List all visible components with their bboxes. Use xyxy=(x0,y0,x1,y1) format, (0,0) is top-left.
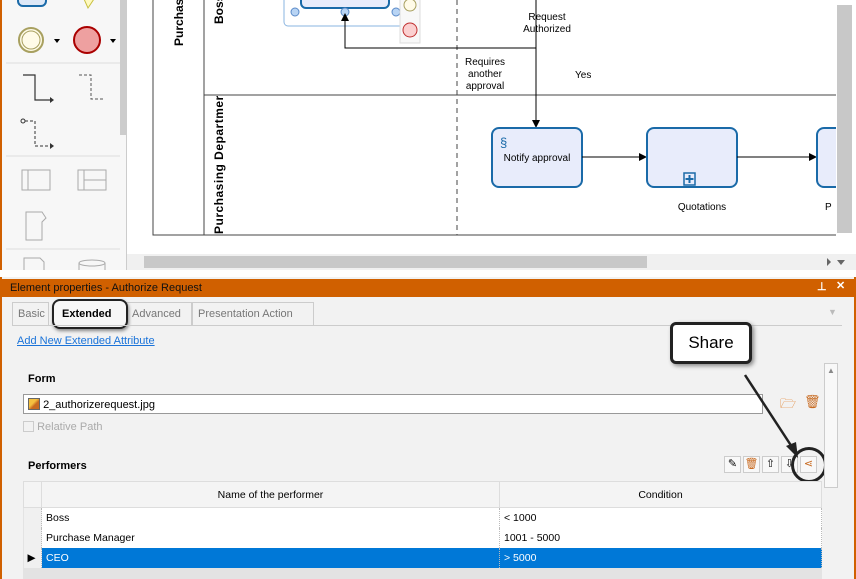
association-icon[interactable] xyxy=(20,118,26,124)
row-header[interactable] xyxy=(23,527,42,548)
flow-label: Request xyxy=(528,12,565,23)
task-shape-icon[interactable] xyxy=(17,0,47,7)
element-properties-panel: Element properties - Authorize Request ⊥… xyxy=(0,277,856,579)
table-row[interactable]: Boss < 1000 xyxy=(23,507,822,528)
pool-icon[interactable] xyxy=(21,169,51,191)
pool[interactable] xyxy=(152,0,844,236)
close-icon[interactable]: ✕ xyxy=(836,279,845,292)
flow-label: another xyxy=(468,69,503,80)
pool-label: Purchas xyxy=(172,0,186,46)
column-header-name[interactable]: Name of the performer xyxy=(41,481,500,508)
resize-handle[interactable] xyxy=(290,7,300,17)
scroll-up-icon[interactable]: ▲ xyxy=(827,366,835,375)
form-value: 2_authorizerequest.jpg xyxy=(43,399,155,411)
pin-icon[interactable]: ⊥ xyxy=(817,280,827,293)
form-label: Form xyxy=(28,373,56,385)
task-label: Quotations xyxy=(678,202,726,213)
flow-label: approval xyxy=(466,81,504,92)
image-file-icon xyxy=(28,398,40,410)
row-header[interactable] xyxy=(23,507,42,528)
tab-advanced[interactable]: Advanced xyxy=(126,302,192,325)
relative-path-checkbox[interactable]: Relative Path xyxy=(23,421,103,433)
data-object-icon[interactable] xyxy=(25,211,47,241)
table-row[interactable]: Purchase Manager 1001 - 5000 xyxy=(23,527,822,548)
performer-condition[interactable]: 1001 - 5000 xyxy=(499,527,822,548)
row-pointer-icon[interactable]: ▶ xyxy=(23,547,42,568)
palette-shapes xyxy=(6,0,126,270)
callout-arrow xyxy=(743,374,798,458)
flow-label: Yes xyxy=(575,70,591,81)
tabs-dropdown-icon[interactable]: ▼ xyxy=(828,307,837,317)
task-label: P xyxy=(825,202,832,213)
form-field[interactable]: 2_authorizerequest.jpg xyxy=(23,394,763,414)
performers-label: Performers xyxy=(28,460,87,472)
sequence-flow-icon[interactable] xyxy=(23,74,50,101)
end-event-icon[interactable] xyxy=(402,22,418,38)
tab-basic[interactable]: Basic xyxy=(12,302,49,325)
share-callout: Share xyxy=(670,322,752,364)
relative-path-label: Relative Path xyxy=(37,421,103,433)
document-icon[interactable] xyxy=(23,257,45,270)
lane-label-purchasing: Purchasing Departmer xyxy=(212,95,226,234)
task-label: Notify approval xyxy=(504,153,571,164)
flow-label: Authorized xyxy=(523,24,571,35)
start-event-icon[interactable] xyxy=(403,0,417,12)
table-row-selected[interactable]: ▶ CEO > 5000 xyxy=(23,547,822,568)
add-extended-attribute-link[interactable]: Add New Extended Attribute xyxy=(17,335,155,347)
performer-condition[interactable]: > 5000 xyxy=(499,547,822,568)
shape-palette xyxy=(0,0,127,270)
resize-handle[interactable] xyxy=(391,7,401,17)
diagram-canvas[interactable]: Purchas Boss Purchasing Departmer Reques… xyxy=(127,0,856,270)
edit-icon[interactable]: ✎ xyxy=(724,456,741,473)
start-event-icon[interactable] xyxy=(18,27,44,53)
performer-name[interactable]: Boss xyxy=(41,507,500,528)
horizontal-scrollbar[interactable] xyxy=(144,256,647,268)
panel-title: Element properties - Authorize Request xyxy=(2,279,854,297)
flow-label: Requires xyxy=(465,57,505,68)
performer-condition[interactable]: < 1000 xyxy=(499,507,822,528)
lane-label-boss: Boss xyxy=(212,0,226,24)
gateway-shape-icon[interactable] xyxy=(80,0,100,10)
performer-name[interactable]: CEO xyxy=(41,547,500,568)
data-store-icon[interactable] xyxy=(78,259,106,267)
task-authorize-request[interactable] xyxy=(300,0,390,9)
dropdown-icon[interactable] xyxy=(110,39,116,43)
palette-scrollbar[interactable] xyxy=(120,0,126,135)
column-header-condition[interactable]: Condition xyxy=(499,481,822,508)
properties-scrollbar[interactable]: ▲ xyxy=(824,363,838,488)
performer-name[interactable]: Purchase Manager xyxy=(41,527,500,548)
message-flow-icon[interactable] xyxy=(79,74,105,100)
dropdown-icon[interactable] xyxy=(54,39,60,43)
delete-icon[interactable]: 🗑 xyxy=(804,394,821,410)
end-event-icon[interactable] xyxy=(73,26,101,54)
script-task-icon: § xyxy=(500,135,507,150)
performers-grid: Name of the performer Condition Boss < 1… xyxy=(23,481,822,579)
tab-presentation-action[interactable]: Presentation Action xyxy=(192,302,314,325)
vertical-scrollbar[interactable] xyxy=(837,5,852,233)
